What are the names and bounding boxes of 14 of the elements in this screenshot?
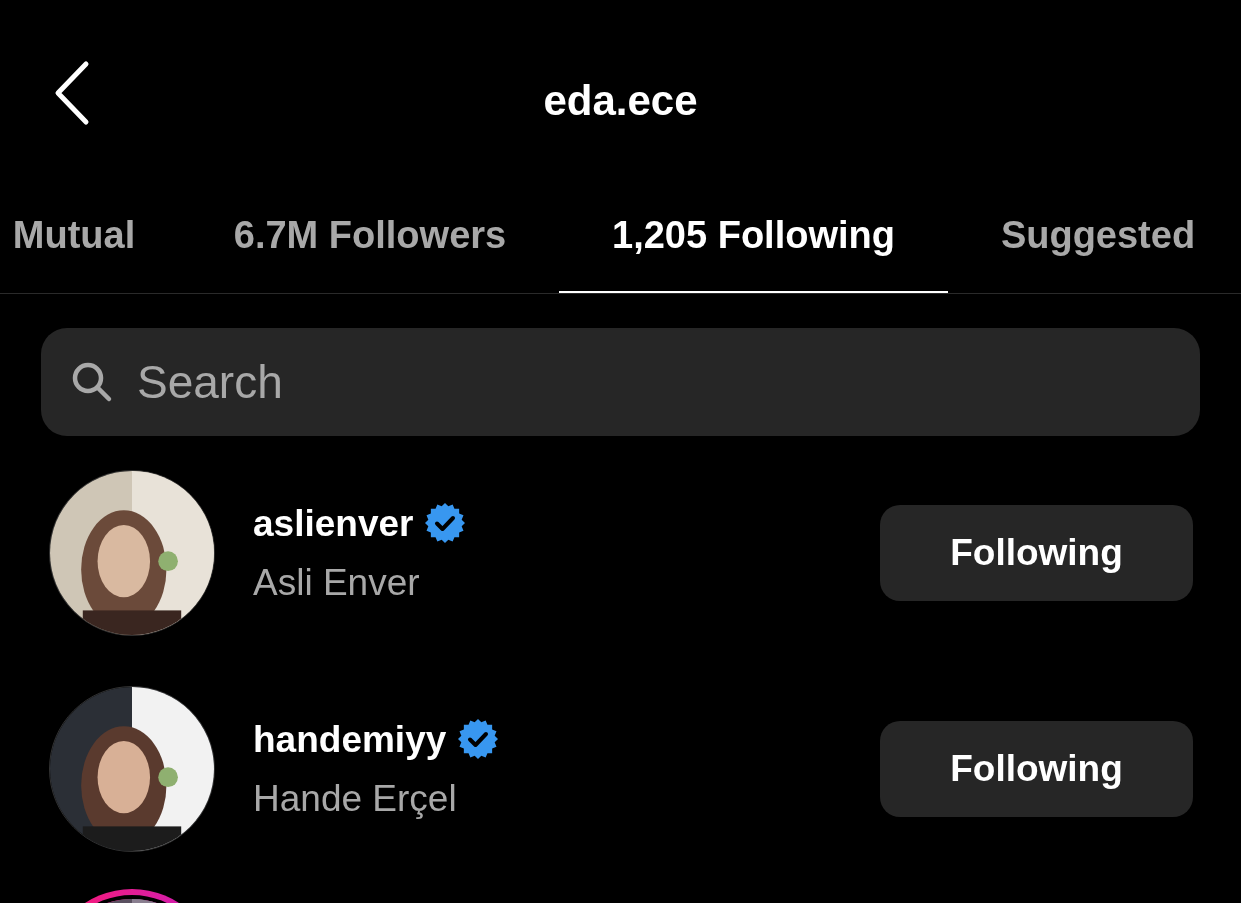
username[interactable]: aslienver bbox=[253, 495, 414, 551]
following-button[interactable]: Following bbox=[880, 721, 1193, 817]
search-input[interactable]: Search bbox=[137, 347, 1170, 417]
tab[interactable]: 1,205 Following bbox=[559, 200, 948, 293]
profile-title: eda.ece bbox=[543, 75, 698, 126]
tab[interactable]: 6.7M Followers bbox=[181, 200, 559, 293]
full-name: Hande Erçel bbox=[253, 777, 458, 821]
search-field[interactable]: Search bbox=[41, 328, 1200, 436]
username[interactable]: handemiyy bbox=[253, 711, 447, 767]
search-icon bbox=[71, 361, 113, 403]
tab[interactable]: Mutual bbox=[0, 200, 181, 293]
following-button[interactable]: Following bbox=[880, 505, 1193, 601]
tab[interactable]: Suggested bbox=[948, 200, 1241, 293]
full-name: Asli Enver bbox=[253, 561, 421, 605]
